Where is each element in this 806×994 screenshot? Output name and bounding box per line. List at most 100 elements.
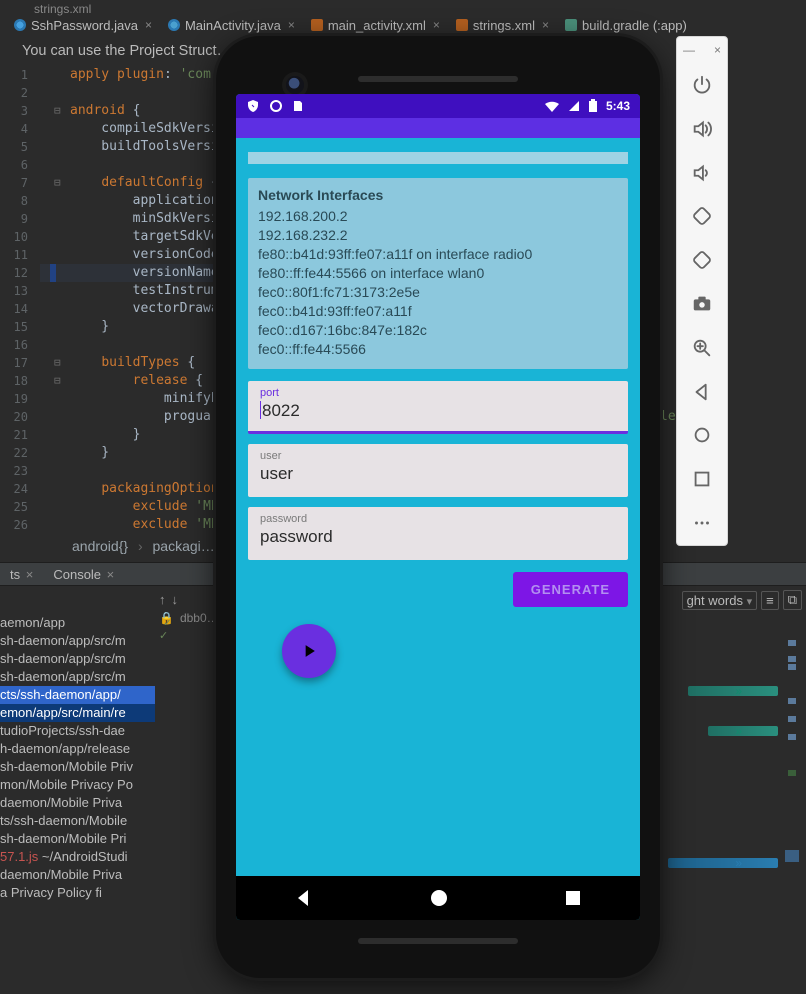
close-icon[interactable]: × xyxy=(145,18,152,32)
port-field[interactable]: port 8022 xyxy=(248,381,628,434)
xml-line xyxy=(164,704,224,722)
list-item[interactable]: sh-daemon/app/src/m xyxy=(0,668,155,686)
java-icon xyxy=(14,19,26,31)
list-item[interactable]: tudioProjects/ssh-dae xyxy=(0,722,155,740)
close-icon[interactable]: × xyxy=(288,18,295,32)
more-button[interactable] xyxy=(682,503,722,543)
zoom-button[interactable] xyxy=(682,328,722,368)
password-value[interactable]: password xyxy=(260,527,616,547)
sdcard-icon xyxy=(292,99,304,113)
network-line: fe80::b41d:93ff:fe07:a11f on interface r… xyxy=(258,245,618,264)
network-line: fec0::d167:16bc:847e:182c xyxy=(258,321,618,340)
resources-list[interactable]: aemon/appsh-daemon/app/src/msh-daemon/ap… xyxy=(0,614,155,902)
tab-ts[interactable]: ts × xyxy=(0,564,43,585)
xml-line xyxy=(164,722,224,740)
tab-label: build.gradle (:app) xyxy=(582,18,687,33)
play-icon xyxy=(299,641,319,661)
tab-build-gradle[interactable]: build.gradle (:app) xyxy=(557,14,695,36)
list-item[interactable]: cts/ssh-daemon/app/ xyxy=(0,686,155,704)
xml-line xyxy=(164,866,224,884)
user-field[interactable]: user user xyxy=(248,444,628,497)
list-item[interactable]: sh-daemon/app/src/m xyxy=(0,650,155,668)
list-item[interactable]: sh-daemon/Mobile Pri xyxy=(0,830,155,848)
xml-line xyxy=(164,632,224,650)
port-label: port xyxy=(260,387,616,399)
port-value[interactable]: 8022 xyxy=(262,401,300,420)
xml-line xyxy=(164,686,224,704)
xml-icon xyxy=(456,19,468,31)
crumb-packaging[interactable]: packagi… xyxy=(153,538,215,554)
list-item[interactable]: daemon/Mobile Priva xyxy=(0,794,155,812)
minimap-timeline: » » » xyxy=(658,686,778,886)
chevron-right-icon: › xyxy=(132,538,149,554)
tab-console[interactable]: Console × xyxy=(43,564,124,585)
app-content: Network Interfaces 192.168.200.2192.168.… xyxy=(236,138,640,607)
list-item[interactable]: sh-daemon/app/src/m xyxy=(0,632,155,650)
battery-icon xyxy=(588,99,598,113)
list-item[interactable]: 57.1.js ~/AndroidStudi xyxy=(0,848,155,866)
xml-line xyxy=(164,812,224,830)
device-screen[interactable]: 5:43 Network Interfaces 192.168.200.2192… xyxy=(236,94,640,920)
option-b-icon[interactable]: ⧉ xyxy=(783,590,802,610)
volume-up-button[interactable] xyxy=(682,109,722,149)
close-icon[interactable]: × xyxy=(542,18,549,32)
highlight-words-toggle[interactable]: ght words ▾ xyxy=(682,591,758,610)
home-button[interactable] xyxy=(682,416,722,456)
network-line: fec0::ff:fe44:5566 xyxy=(258,340,618,359)
home-icon[interactable] xyxy=(429,888,449,908)
overview-icon[interactable] xyxy=(564,889,582,907)
crumb-android[interactable]: android{} xyxy=(72,538,128,554)
xml-line xyxy=(164,758,224,776)
rotate-right-button[interactable] xyxy=(682,240,722,280)
gradle-icon xyxy=(565,19,577,31)
breadcrumb[interactable]: android{} › packagi… xyxy=(72,538,215,554)
timeline-bar xyxy=(688,686,778,696)
list-item[interactable]: a Privacy Policy fi xyxy=(0,884,155,902)
xml-line xyxy=(164,668,224,686)
back-icon[interactable] xyxy=(294,888,314,908)
tab-sshpassword[interactable]: SshPassword.java × xyxy=(6,14,160,36)
tab-main-activity-xml[interactable]: main_activity.xml × xyxy=(303,14,448,36)
network-info-card: Network Interfaces 192.168.200.2192.168.… xyxy=(248,178,628,369)
tab-strings-xml[interactable]: strings.xml × xyxy=(448,14,557,36)
notification-hint: You can use the Project Struct… xyxy=(22,43,231,59)
screenshot-button[interactable] xyxy=(682,284,722,324)
arrow-up-icon[interactable]: ↑ xyxy=(159,592,166,607)
list-item[interactable]: ts/ssh-daemon/Mobile xyxy=(0,812,155,830)
list-item[interactable]: aemon/app xyxy=(0,614,155,632)
progress-track xyxy=(248,152,628,164)
close-icon[interactable]: × xyxy=(26,567,34,582)
close-icon[interactable]: × xyxy=(433,18,440,32)
fab-play[interactable] xyxy=(282,624,336,678)
list-item[interactable]: daemon/Mobile Priva xyxy=(0,866,155,884)
tab-label: main_activity.xml xyxy=(328,18,426,33)
list-item[interactable]: emon/app/src/main/re xyxy=(0,704,155,722)
generate-button[interactable]: GENERATE xyxy=(513,572,628,607)
close-icon[interactable]: × xyxy=(107,567,115,582)
chevron-down-icon: ▾ xyxy=(747,596,753,608)
option-a-icon[interactable]: ≡ xyxy=(761,591,779,610)
back-button[interactable] xyxy=(682,372,722,412)
list-item[interactable]: h-daemon/app/release xyxy=(0,740,155,758)
list-item[interactable]: sh-daemon/Mobile Priv xyxy=(0,758,155,776)
list-item[interactable]: mon/Mobile Privacy Po xyxy=(0,776,155,794)
close-button[interactable]: × xyxy=(714,43,721,57)
timeline-bar xyxy=(708,726,778,736)
error-stripe[interactable] xyxy=(788,640,796,900)
minimize-button[interactable]: — xyxy=(683,43,695,57)
chevron-icon: » xyxy=(735,724,742,738)
tab-mainactivity[interactable]: MainActivity.java × xyxy=(160,14,303,36)
xml-line xyxy=(164,776,224,794)
arrow-down-icon[interactable]: ↓ xyxy=(172,592,179,607)
network-line: fe80::ff:fe44:5566 on interface wlan0 xyxy=(258,264,618,283)
power-button[interactable] xyxy=(682,65,722,105)
overview-button[interactable] xyxy=(682,459,722,499)
xml-line xyxy=(164,830,224,848)
volume-down-button[interactable] xyxy=(682,153,722,193)
rotate-left-button[interactable] xyxy=(682,196,722,236)
earpiece xyxy=(358,76,518,82)
search-options: ght words ▾ ≡ ⧉ xyxy=(682,590,802,610)
emulator-toolbar: — × xyxy=(676,36,728,546)
password-field[interactable]: password password xyxy=(248,507,628,560)
user-value[interactable]: user xyxy=(260,464,616,484)
